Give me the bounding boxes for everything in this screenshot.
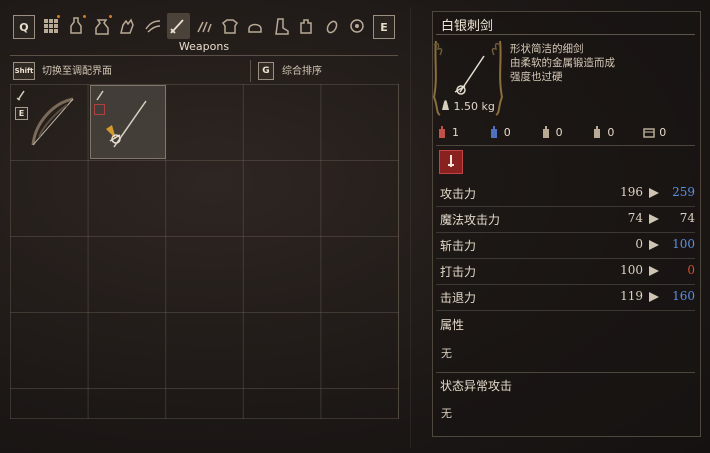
arrow-right-icon	[649, 292, 659, 302]
chest-resistance: 0	[643, 121, 695, 143]
description-line: 由柔软的金属锻造而成	[510, 57, 615, 69]
scroll-icon[interactable]	[141, 13, 165, 39]
attribute-value: 无	[441, 347, 452, 360]
fire-res-icon	[439, 126, 445, 138]
shift-key[interactable]: Shift	[13, 62, 35, 80]
prev-category-key[interactable]: Q	[13, 15, 35, 39]
rapier-preview-icon	[454, 55, 485, 95]
stat-label: 魔法攻击力	[440, 213, 501, 227]
misc-icon[interactable]	[345, 13, 369, 39]
fire-resistance: 1	[436, 121, 488, 143]
dark-res-icon	[594, 126, 601, 138]
resistance-row: 1 0 0 0 0	[436, 121, 695, 143]
category-bar: Q E	[10, 11, 398, 41]
stat-new: 0	[687, 263, 695, 277]
weight-icon	[442, 100, 449, 110]
stat-new: 100	[672, 237, 695, 251]
item-weight: 1.50 kg	[441, 100, 495, 113]
status-attack-value: 无	[441, 407, 452, 420]
resistance-divider	[436, 145, 695, 146]
arrow-right-icon	[649, 266, 659, 276]
stat-row-magic-attack: 魔法攻击力 74 74	[436, 206, 695, 233]
pouch-icon[interactable]	[90, 13, 114, 39]
helmet-icon[interactable]	[243, 13, 267, 39]
detail-title-divider	[436, 34, 695, 35]
dark-resistance: 0	[591, 121, 643, 143]
inventory-grid: E	[10, 84, 399, 419]
gauntlet-icon[interactable]	[294, 13, 318, 39]
armor-icon[interactable]	[218, 13, 242, 39]
stat-label: 击退力	[440, 291, 477, 305]
slash-element-icon	[439, 150, 463, 174]
stat-new: 74	[679, 211, 695, 225]
center-divider	[410, 8, 411, 448]
stat-label: 攻击力	[440, 187, 477, 201]
potion-icon[interactable]	[64, 13, 88, 39]
bow-icon	[31, 97, 74, 146]
stat-current: 196	[620, 185, 643, 199]
ice-resistance: 0	[488, 121, 540, 143]
holy-res-icon	[542, 126, 549, 138]
description-line: 形状简洁的细剑	[510, 43, 584, 55]
stat-new: 160	[672, 289, 695, 303]
arrow-right-icon	[649, 188, 659, 198]
description-line: 强度也过硬	[510, 71, 563, 83]
stat-row-attack: 攻击力 196 259	[436, 180, 695, 207]
ice-res-icon	[490, 126, 497, 138]
stat-current: 100	[620, 263, 643, 277]
stat-current: 119	[620, 289, 643, 303]
sort-label[interactable]: 综合排序	[282, 62, 322, 77]
sword-icon[interactable]	[166, 13, 191, 39]
stat-row-strike: 打击力 100 0	[436, 258, 695, 285]
stat-current: 0	[635, 237, 643, 251]
inventory-slot-rapier[interactable]	[90, 85, 166, 159]
holy-resistance: 0	[540, 121, 592, 143]
item-description: 形状简洁的细剑 由柔软的金属锻造而成 强度也过硬	[510, 42, 690, 84]
g-key[interactable]: G	[258, 62, 274, 80]
hand-icon[interactable]	[116, 13, 140, 39]
category-title: Weapons	[178, 40, 230, 53]
stat-label: 打击力	[440, 265, 477, 279]
item-name: 白银刺剑	[441, 19, 494, 34]
arrow-right-icon	[649, 214, 659, 224]
grid-icon[interactable]	[39, 13, 63, 39]
rapier-icon	[106, 100, 147, 148]
category-divider	[10, 55, 398, 56]
stat-row-knockdown: 击退力 119 160	[436, 284, 695, 311]
next-category-key[interactable]: E	[373, 15, 395, 39]
stat-new: 259	[672, 185, 695, 199]
chest-res-icon	[643, 128, 655, 138]
arrow-right-icon	[649, 240, 659, 250]
switch-label[interactable]: 切换至调配界面	[42, 62, 112, 77]
weight-value: 1.50 kg	[453, 100, 495, 113]
ring-icon[interactable]	[320, 13, 344, 39]
inventory-slot-bow[interactable]: E	[11, 85, 87, 159]
stat-row-slash: 斩击力 0 100	[436, 232, 695, 259]
sort-row-divider	[250, 60, 251, 82]
stat-current: 74	[627, 211, 643, 225]
boot-icon[interactable]	[269, 13, 293, 39]
claw-icon[interactable]	[192, 13, 216, 39]
section-divider	[436, 372, 695, 373]
stat-label: 斩击力	[440, 239, 477, 253]
sort-row: Shift 切换至调配界面 G 综合排序	[10, 60, 398, 82]
attribute-label: 属性	[440, 318, 465, 332]
status-attack-label: 状态异常攻击	[440, 379, 513, 393]
